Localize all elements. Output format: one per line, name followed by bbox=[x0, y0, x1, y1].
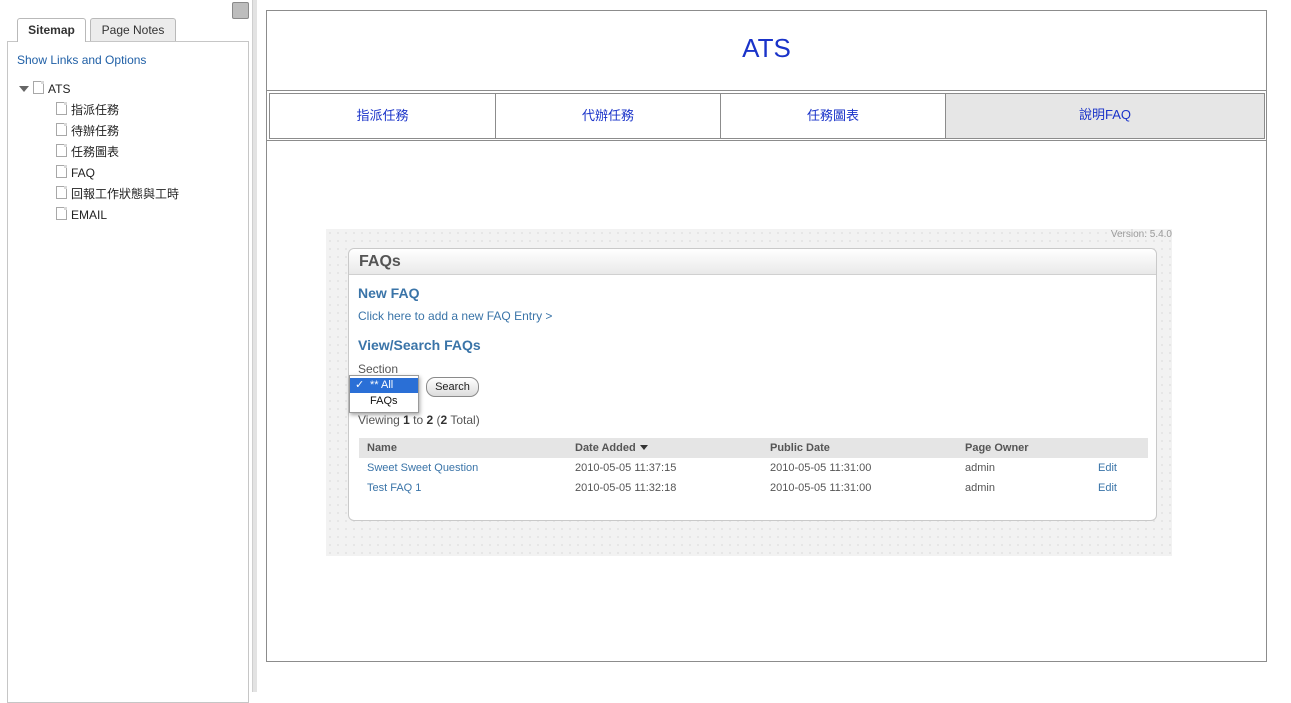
tree-item-faq[interactable]: FAQ bbox=[56, 165, 95, 181]
tree-item-label: 指派任務 bbox=[71, 103, 120, 117]
column-name[interactable]: Name bbox=[367, 438, 397, 458]
sitemap-pane: Page Notes Sitemap Show Links and Option… bbox=[0, 0, 256, 703]
search-button[interactable]: Search bbox=[426, 377, 479, 397]
faq-app-panel: Version: 5.4.0 FAQs New FAQ Click here t… bbox=[326, 229, 1172, 556]
tree-item-label: 任務圖表 bbox=[71, 145, 120, 159]
page-icon bbox=[33, 81, 44, 94]
nav-task-chart[interactable]: 任務圖表 bbox=[721, 94, 946, 138]
page-icon bbox=[56, 186, 67, 199]
nav-bar: 指派任務 代辦任務 任務圖表 說明FAQ bbox=[269, 93, 1265, 139]
check-icon: ✓ bbox=[355, 379, 365, 391]
faq-box: FAQs New FAQ Click here to add a new FAQ… bbox=[348, 248, 1157, 521]
divider bbox=[267, 140, 1266, 141]
edit-link[interactable]: Edit bbox=[1098, 478, 1117, 498]
tree-item-task-chart[interactable]: 任務圖表 bbox=[56, 144, 119, 160]
pane-splitter[interactable] bbox=[252, 0, 257, 692]
tree-root-ats[interactable]: ATS bbox=[19, 81, 70, 97]
sitemap-panel bbox=[7, 41, 249, 703]
faq-name-link[interactable]: Sweet Sweet Question bbox=[367, 458, 478, 478]
collapse-pane-button[interactable] bbox=[232, 2, 249, 19]
nav-help-faq[interactable]: 說明FAQ bbox=[946, 94, 1264, 138]
new-faq-heading: New FAQ bbox=[358, 285, 420, 301]
nav-todo-task[interactable]: 代辦任務 bbox=[496, 94, 721, 138]
page-icon bbox=[56, 123, 67, 136]
edit-link[interactable]: Edit bbox=[1098, 458, 1117, 478]
page-icon bbox=[56, 102, 67, 115]
tree-item-email[interactable]: EMAIL bbox=[56, 207, 107, 223]
expand-triangle-icon[interactable] bbox=[19, 86, 29, 92]
viewing-count: Viewing 1 to 2 (2 Total) bbox=[358, 413, 480, 427]
faq-box-title: FAQs bbox=[359, 253, 401, 270]
public-date-cell: 2010-05-05 11:31:00 bbox=[770, 482, 872, 494]
tree-item-label: EMAIL bbox=[71, 208, 108, 222]
tab-sitemap[interactable]: Sitemap bbox=[17, 18, 86, 42]
tree-item-todo-task[interactable]: 待辦任務 bbox=[56, 123, 119, 139]
column-public-date[interactable]: Public Date bbox=[770, 438, 830, 458]
view-search-heading: View/Search FAQs bbox=[358, 337, 481, 353]
tree-item-assign-task[interactable]: 指派任務 bbox=[56, 102, 119, 118]
option-all[interactable]: ✓ ** All bbox=[350, 378, 418, 393]
public-date-cell: 2010-05-05 11:31:00 bbox=[770, 462, 872, 474]
date-added-cell: 2010-05-05 11:37:15 bbox=[575, 462, 677, 474]
version-label: Version: 5.4.0 bbox=[1110, 229, 1172, 240]
page-title: ATS bbox=[742, 33, 791, 63]
header-box: ATS bbox=[267, 11, 1266, 91]
section-label: Section bbox=[358, 362, 399, 376]
sort-desc-icon bbox=[639, 445, 648, 450]
owner-cell: admin bbox=[965, 482, 995, 494]
owner-cell: admin bbox=[965, 462, 995, 474]
tree-root-label: ATS bbox=[48, 82, 71, 96]
section-dropdown-menu[interactable]: ✓ ** All FAQs bbox=[349, 375, 419, 413]
table-header: Name Date Added Public Date Page Owner bbox=[359, 438, 1148, 458]
column-date-added[interactable]: Date Added bbox=[575, 438, 648, 458]
date-added-cell: 2010-05-05 11:32:18 bbox=[575, 482, 677, 494]
page-icon bbox=[56, 165, 67, 178]
option-faqs[interactable]: FAQs bbox=[350, 394, 418, 409]
page-icon bbox=[56, 207, 67, 220]
page-icon bbox=[56, 144, 67, 157]
tree-item-report-status[interactable]: 回報工作狀態與工時 bbox=[56, 186, 179, 202]
column-page-owner[interactable]: Page Owner bbox=[965, 438, 1029, 458]
tab-page-notes[interactable]: Page Notes bbox=[90, 18, 176, 41]
faq-name-link[interactable]: Test FAQ 1 bbox=[367, 478, 421, 498]
show-links-options-link[interactable]: Show Links and Options bbox=[17, 53, 146, 67]
tree-item-label: 待辦任務 bbox=[71, 124, 120, 138]
faq-box-header: FAQs bbox=[349, 249, 1156, 275]
nav-assign-task[interactable]: 指派任務 bbox=[270, 94, 496, 138]
add-faq-link[interactable]: Click here to add a new FAQ Entry > bbox=[358, 309, 552, 323]
tree-item-label: FAQ bbox=[71, 166, 96, 180]
tree-item-label: 回報工作狀態與工時 bbox=[71, 187, 180, 201]
